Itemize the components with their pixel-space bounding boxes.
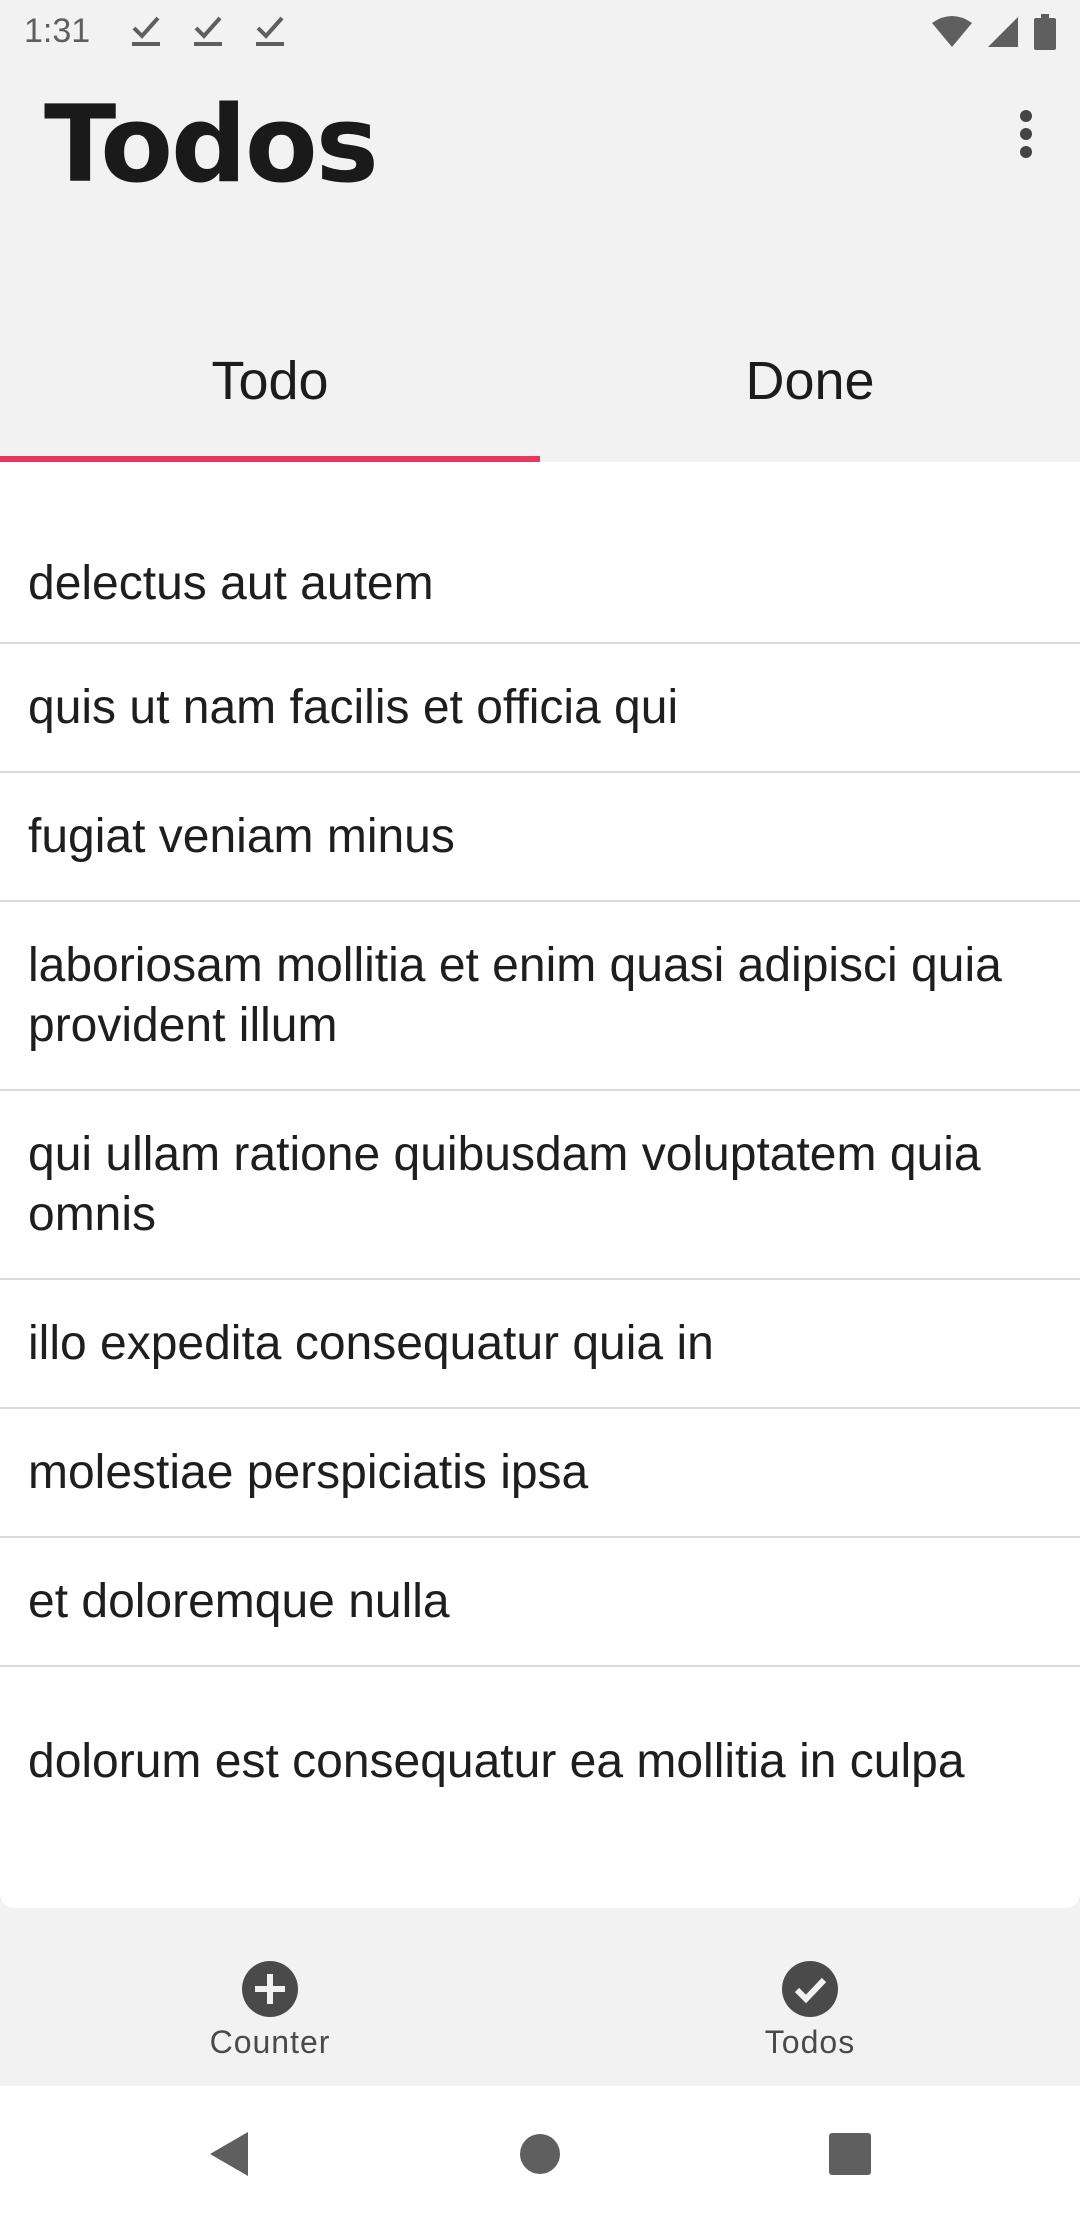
list-item[interactable]: fugiat veniam minus <box>0 773 1080 902</box>
list-item[interactable]: laboriosam mollitia et enim quasi adipis… <box>0 902 1080 1091</box>
app-header: Todos <box>0 64 1080 300</box>
wifi-icon <box>932 16 972 47</box>
check-icon <box>256 16 284 46</box>
back-icon[interactable] <box>206 2130 254 2178</box>
tab-bar: Todo Done <box>0 300 1080 462</box>
nav-item-counter[interactable]: Counter <box>0 1908 540 2086</box>
notification-icons <box>130 14 286 48</box>
check-icon <box>194 16 222 46</box>
bottom-navigation: Counter Todos <box>0 1908 1080 2086</box>
status-time: 1:31 <box>24 12 91 50</box>
tab-todo[interactable]: Todo <box>0 300 540 462</box>
list-item[interactable]: qui ullam ratione quibusdam voluptatem q… <box>0 1091 1080 1280</box>
page-title: Todos <box>44 83 379 206</box>
more-vert-icon <box>1020 110 1032 158</box>
list-item[interactable]: illo expedita consequatur quia in <box>0 1280 1080 1409</box>
nav-label-todos: Todos <box>764 2024 856 2060</box>
add-circle-icon <box>242 1961 298 2017</box>
list-item[interactable]: quis ut nam facilis et officia qui <box>0 644 1080 773</box>
list-item[interactable]: dolorum est consequatur ea mollitia in c… <box>0 1667 1080 1856</box>
check-icon <box>132 16 160 46</box>
todo-list-card: delectus aut autem quis ut nam facilis e… <box>0 462 1080 1908</box>
home-icon[interactable] <box>516 2130 564 2178</box>
list-item[interactable]: molestiae perspiciatis ipsa <box>0 1409 1080 1538</box>
more-options-button[interactable] <box>1006 104 1046 164</box>
system-navigation <box>0 2086 1080 2220</box>
nav-item-todos[interactable]: Todos <box>540 1908 1080 2086</box>
nav-label-counter: Counter <box>209 2024 331 2060</box>
todo-list: delectus aut autem quis ut nam facilis e… <box>0 462 1080 1856</box>
status-bar: 1:31 <box>0 0 1080 64</box>
status-right-icons <box>932 14 1056 50</box>
cell-signal-icon <box>988 17 1018 47</box>
list-item[interactable]: delectus aut autem <box>0 526 1080 644</box>
tab-done[interactable]: Done <box>540 300 1080 462</box>
battery-icon <box>1034 14 1056 50</box>
check-circle-icon <box>782 1961 838 2017</box>
list-item[interactable]: et doloremque nulla <box>0 1538 1080 1667</box>
recents-icon[interactable] <box>826 2130 874 2178</box>
